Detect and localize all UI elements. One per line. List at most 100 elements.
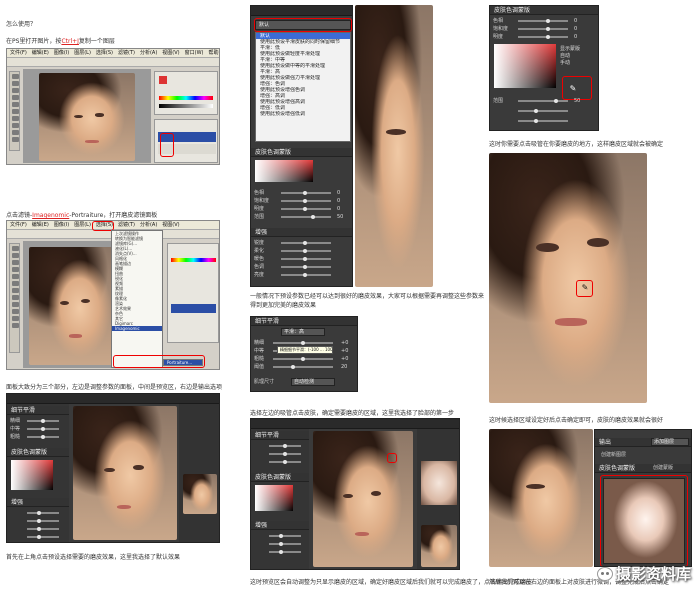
- output-new-layer-checkbox[interactable]: 创建新图层: [601, 452, 626, 458]
- slider-skin-sat[interactable]: [546, 27, 550, 31]
- detail-fine-label: 精细: [254, 340, 265, 346]
- slider-detail-fine[interactable]: [301, 341, 305, 345]
- slider-skin-lum[interactable]: [546, 35, 550, 39]
- menu-window[interactable]: 窗口(W): [185, 49, 204, 57]
- mask-color-picker[interactable]: [11, 460, 53, 490]
- slider-b3[interactable]: [279, 550, 283, 554]
- menu-filter-2[interactable]: 滤镜(T): [118, 221, 135, 229]
- menu-layer-2[interactable]: 图层(L): [74, 221, 91, 229]
- mask-sat-value: 0: [337, 198, 341, 204]
- slider-skin-hue[interactable]: [546, 19, 550, 23]
- menu-help[interactable]: 帮助(H): [208, 49, 219, 57]
- photoshop-window-1: 文件(F) 编辑(E) 图像(I) 图层(L) 选择(S) 滤镜(T) 分析(A…: [6, 48, 220, 165]
- section-detail-4[interactable]: 细节平滑: [251, 431, 309, 440]
- mask-opt-auto[interactable]: 自动: [560, 53, 598, 60]
- size-select[interactable]: 自动检测: [291, 378, 335, 386]
- skin-color-picker[interactable]: [494, 44, 556, 88]
- slider-enh-sharp[interactable]: [303, 241, 307, 245]
- mask-color-picker-4[interactable]: [255, 485, 293, 511]
- enh-bright-label: 亮度: [254, 272, 265, 278]
- mask-mode-options: 显示蒙版 自动 手动: [560, 46, 598, 67]
- section-enhance-2[interactable]: 增强: [251, 228, 352, 237]
- caption-click-skin: 这时你需要点击吸管在你要磨皮的地方，这样磨皮区域就会被确定: [489, 141, 664, 148]
- slider-mask-sat[interactable]: [303, 199, 307, 203]
- slider-skin-range[interactable]: [554, 99, 558, 103]
- section-enhance[interactable]: 增强: [7, 498, 69, 507]
- eyedropper-icon[interactable]: ✎: [568, 84, 578, 94]
- menu-select[interactable]: 选择(S): [96, 49, 113, 57]
- presets-header: [251, 6, 352, 16]
- slider-fine[interactable]: [41, 419, 45, 423]
- menu-view-2[interactable]: 视图(V): [162, 221, 179, 229]
- row-fine-label: 精细: [10, 418, 21, 424]
- mask-color-picker-2[interactable]: [255, 160, 313, 182]
- hue-strip-2[interactable]: [171, 258, 216, 262]
- slider-a3[interactable]: [283, 460, 287, 464]
- mask-opt-manual[interactable]: 手动: [560, 60, 598, 67]
- row-medium-label: 中等: [10, 426, 21, 432]
- mask-range-label: 范围: [254, 214, 265, 220]
- section-mask-2[interactable]: 皮肤色调蒙版: [251, 148, 352, 157]
- section-mask[interactable]: 皮肤色调蒙版: [7, 448, 69, 457]
- slider-skin-extra-2[interactable]: [534, 119, 538, 123]
- slider-enhance-2[interactable]: [37, 519, 41, 523]
- caption-eyedropper: 选择左边的吸管点击皮肤，确定需要磨皮的区域，这里我选择了脸部的第一步: [250, 410, 455, 417]
- slider-mask-lum[interactable]: [303, 207, 307, 211]
- hue-strip[interactable]: [159, 96, 213, 100]
- section-enhance-4[interactable]: 增强: [251, 521, 309, 530]
- menu-file[interactable]: 文件(F): [10, 49, 27, 57]
- mask-lum-label: 明度: [254, 206, 265, 212]
- foreground-color-swatch[interactable]: [159, 76, 167, 84]
- slider-detail-coarse[interactable]: [301, 357, 305, 361]
- mask-create-checkbox[interactable]: 创建蒙版: [653, 465, 673, 471]
- section-detail-3[interactable]: 细节平滑: [251, 317, 357, 326]
- menu-filter[interactable]: 滤镜(T): [118, 49, 135, 57]
- output-column-2: [417, 429, 459, 569]
- filter-item-imagenomic[interactable]: Imagenomic: [112, 326, 162, 331]
- slider-coarse[interactable]: [41, 435, 45, 439]
- detail-preset-select[interactable]: 平滑：高: [281, 328, 325, 336]
- caption-presets: 首先在上角点击预设选择需要的磨皮效果，这里我选择了默认效果: [6, 554, 181, 561]
- slider-enhance-3[interactable]: [37, 527, 41, 531]
- mask-opt-show[interactable]: 显示蒙版: [560, 46, 598, 53]
- menu-edit[interactable]: 编辑(E): [32, 49, 49, 57]
- skin-range-label: 范围: [493, 98, 504, 104]
- enh-sharp-label: 锐度: [254, 240, 265, 246]
- slider-enh-bright[interactable]: [303, 273, 307, 277]
- menu-file-2[interactable]: 文件(F): [10, 221, 27, 229]
- menu-edit-2[interactable]: 编辑(E): [32, 221, 49, 229]
- slider-detail-threshold[interactable]: [291, 365, 295, 369]
- slider-b2[interactable]: [279, 542, 283, 546]
- portraiture-window-1: 细节平滑 精细 中等 粗糙 皮肤色调蒙版 增强: [6, 393, 220, 543]
- slider-enhance-1[interactable]: [37, 511, 41, 515]
- menu-image[interactable]: 图像(I): [54, 49, 69, 57]
- section-mask-preview[interactable]: 皮肤色调蒙版: [595, 464, 691, 473]
- slider-mask-hue[interactable]: [303, 191, 307, 195]
- detail-medium-value: +0: [341, 348, 349, 354]
- slider-a2[interactable]: [283, 452, 287, 456]
- preset-dropdown-list: 默认 使用此预设平滑皮肤的同时保留细节 平滑：低 使用此预设做轻度平滑处理 平滑…: [255, 32, 351, 142]
- output-panel: 输出 添加图层 创建新图层 皮肤色调蒙版 创建蒙版: [594, 429, 692, 567]
- menu-view[interactable]: 视图(V): [162, 49, 179, 57]
- output-select[interactable]: 添加图层: [651, 438, 689, 446]
- slider-enh-warm[interactable]: [303, 257, 307, 261]
- mask-preview: [421, 461, 457, 505]
- menu-image-2[interactable]: 图像(I): [54, 221, 69, 229]
- menu-analysis-2[interactable]: 分析(A): [140, 221, 157, 229]
- slider-b1[interactable]: [279, 534, 283, 538]
- slider-a1[interactable]: [283, 444, 287, 448]
- slider-enhance-4[interactable]: [37, 535, 41, 539]
- slider-enh-soft[interactable]: [303, 249, 307, 253]
- slider-mask-range[interactable]: [311, 215, 315, 219]
- section-detail[interactable]: 细节平滑: [7, 406, 69, 415]
- slider-skin-extra-1[interactable]: [534, 109, 538, 113]
- slider-medium[interactable]: [41, 427, 45, 431]
- slider-enh-tint[interactable]: [303, 265, 307, 269]
- section-mask-4[interactable]: 皮肤色调蒙版: [251, 473, 309, 482]
- menu-analysis[interactable]: 分析(A): [140, 49, 157, 57]
- value-strip[interactable]: [159, 104, 213, 108]
- section-mask-5[interactable]: 皮肤色调蒙版: [490, 6, 598, 15]
- skin-hue-value: 0: [574, 18, 578, 24]
- layer-row-2[interactable]: [171, 304, 216, 313]
- menu-layer[interactable]: 图层(L): [74, 49, 91, 57]
